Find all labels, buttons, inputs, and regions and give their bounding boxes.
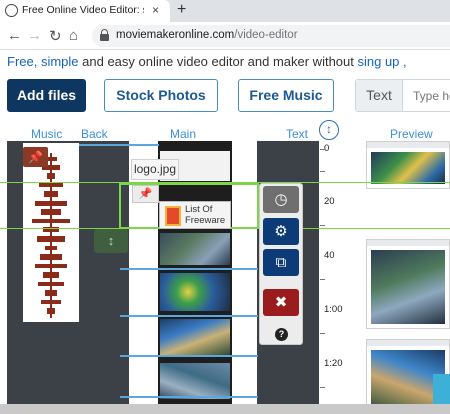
- address-bar[interactable]: moviemakeronline.com/video-editor: [92, 25, 450, 47]
- scroll-corner-button[interactable]: [433, 374, 450, 404]
- free-music-button[interactable]: Free Music: [238, 79, 334, 112]
- text-input-group: Text: [355, 79, 450, 112]
- preview-frame[interactable]: [366, 239, 450, 329]
- column-label-back: Back: [81, 127, 108, 141]
- browser-tab-bar: Free Online Video Editor: simple × +: [0, 0, 450, 22]
- guide-line: [120, 268, 258, 270]
- add-files-button[interactable]: Add files: [7, 79, 86, 112]
- browser-nav-bar: ← → ↻ ⌂ moviemakeronline.com/video-edito…: [0, 22, 450, 50]
- ruler-tick: [320, 387, 325, 388]
- url-text: moviemakeronline.com/video-editor: [116, 29, 298, 41]
- sort-toggle-button[interactable]: ↕: [319, 120, 339, 140]
- waveform: [32, 153, 70, 318]
- new-tab-button[interactable]: +: [177, 1, 186, 19]
- logo-file-label: logo.jpg: [131, 159, 179, 180]
- reload-icon[interactable]: ↻: [49, 27, 62, 45]
- stock-photos-button[interactable]: Stock Photos: [104, 79, 218, 112]
- ruler-label: 20: [324, 196, 335, 207]
- scene-thumbnail[interactable]: [160, 319, 230, 355]
- move-handle[interactable]: ↕: [94, 229, 128, 253]
- ruler-label: 40: [324, 250, 335, 261]
- tagline-link-signup[interactable]: sing up ,: [357, 54, 406, 69]
- column-label-text: Text: [286, 127, 309, 141]
- forward-arrow-icon[interactable]: →: [27, 27, 42, 44]
- timing-button[interactable]: ◷: [263, 186, 299, 213]
- tagline-text: and easy online video editor and maker w…: [78, 54, 358, 69]
- site-favicon-icon: [5, 4, 18, 17]
- music-clip[interactable]: [23, 143, 79, 322]
- vertical-arrows-icon: ↕: [107, 233, 115, 248]
- scene-thumbnail[interactable]: [160, 233, 230, 265]
- vertical-arrows-icon: ↕: [326, 122, 332, 136]
- browser-tab[interactable]: Free Online Video Editor: simple ×: [0, 0, 170, 22]
- scene-thumbnail[interactable]: [160, 273, 230, 311]
- guide-line: [79, 144, 159, 146]
- back-arrow-icon[interactable]: ←: [7, 27, 22, 44]
- ruler-label: 1:00: [324, 304, 343, 315]
- ruler-tick: [320, 149, 325, 150]
- pushpin-icon: 📌: [138, 188, 153, 200]
- guide-line: [120, 315, 258, 317]
- gear-icon: ⚙: [274, 223, 288, 240]
- text-addon-label: Text: [356, 80, 403, 111]
- delete-button[interactable]: ✖: [263, 289, 299, 316]
- guide-line: [120, 396, 258, 398]
- logo-text: List Of Freeware: [185, 204, 226, 226]
- logo-image[interactable]: List Of Freeware: [159, 201, 231, 229]
- help-icon[interactable]: ?: [275, 328, 288, 341]
- copy-button[interactable]: ⧉: [263, 249, 299, 276]
- close-circle-icon: ✖: [274, 294, 288, 311]
- settings-button[interactable]: ⚙: [263, 218, 299, 245]
- ruler-tick: [320, 225, 325, 226]
- scene-thumbnail[interactable]: [160, 363, 230, 399]
- pin-button[interactable]: 📌: [23, 147, 48, 167]
- ruler-tick: [320, 171, 325, 172]
- home-icon[interactable]: ⌂: [69, 27, 78, 44]
- timeline-editor: 📌 ↕ 0 20 40 1:00 1:20: [0, 141, 450, 414]
- guide-line: [120, 355, 258, 357]
- pin-button[interactable]: 📌: [132, 185, 159, 203]
- tab-title: Free Online Video Editor: simple: [22, 4, 144, 16]
- ruler-tick: [320, 279, 325, 280]
- ruler-label: 1:20: [324, 358, 343, 369]
- column-label-music: Music: [31, 127, 63, 141]
- column-label-main: Main: [170, 127, 197, 141]
- pushpin-icon: 📌: [28, 150, 43, 164]
- ruler-tick: [320, 333, 325, 334]
- lock-icon: [100, 29, 109, 41]
- horizontal-scrollbar[interactable]: [0, 404, 450, 414]
- tagline-link-free-simple[interactable]: Free, simple: [7, 54, 79, 69]
- page-tagline: Free, simple and easy online video edito…: [7, 54, 407, 69]
- clock-icon: ◷: [274, 191, 288, 208]
- logo-mark: [165, 206, 181, 226]
- copy-icon: ⧉: [275, 254, 287, 271]
- tab-close-icon[interactable]: ×: [152, 3, 159, 17]
- column-label-preview: Preview: [390, 127, 433, 141]
- text-input[interactable]: [404, 80, 450, 111]
